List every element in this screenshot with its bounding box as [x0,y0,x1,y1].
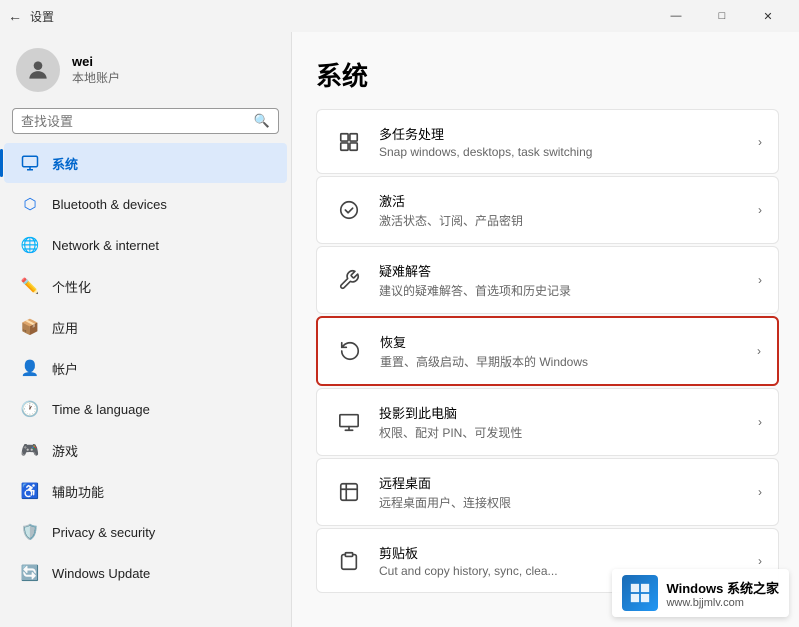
time-icon: 🕐 [20,399,40,419]
network-icon: 🌐 [20,235,40,255]
apps-icon: 📦 [20,317,40,337]
maximize-button[interactable]: □ [699,0,745,32]
sidebar-label-system: 系统 [52,154,78,173]
minimize-button[interactable]: — [653,0,699,32]
sidebar-label-accounts: 帐户 [52,359,78,378]
sidebar-label-apps: 应用 [52,318,78,337]
search-icon: 🔍 [254,113,270,129]
close-button[interactable]: ✕ [745,0,791,32]
troubleshoot-title: 疑难解答 [379,261,750,280]
nav-menu: 系统 ⬡ Bluetooth & devices 🌐 Network & int… [0,142,291,594]
gaming-icon: 🎮 [20,440,40,460]
settings-item-activation[interactable]: 激活 激活状态、订阅、产品密钥 › [316,176,779,244]
troubleshoot-icon [333,264,365,296]
user-profile[interactable]: wei 本地账户 [0,32,291,104]
sidebar-label-personalization: 个性化 [52,277,91,296]
remote-text: 远程桌面 远程桌面用户、连接权限 [379,473,750,511]
troubleshoot-arrow: › [758,273,762,287]
watermark-main: Windows 系统之家 [666,578,779,597]
search-box[interactable]: 🔍 [12,108,279,134]
system-icon [20,153,40,173]
title-bar: ← 设置 — □ ✕ [0,0,799,32]
accounts-icon: 👤 [20,358,40,378]
app-title: 设置 [30,8,54,25]
remote-subtitle: 远程桌面用户、连接权限 [379,494,750,511]
sidebar-item-gaming[interactable]: 🎮 游戏 [4,430,287,470]
multitasking-arrow: › [758,135,762,149]
settings-item-projection[interactable]: 投影到此电脑 权限、配对 PIN、可发现性 › [316,388,779,456]
multitasking-text: 多任务处理 Snap windows, desktops, task switc… [379,124,750,159]
sidebar: wei 本地账户 🔍 系统 ⬡ Bluetooth & [0,32,292,627]
sidebar-item-apps[interactable]: 📦 应用 [4,307,287,347]
activation-icon [333,194,365,226]
clipboard-title: 剪贴板 [379,543,750,562]
projection-text: 投影到此电脑 权限、配对 PIN、可发现性 [379,403,750,441]
recovery-icon [334,335,366,367]
activation-arrow: › [758,203,762,217]
user-account-type: 本地账户 [72,69,120,86]
sidebar-label-gaming: 游戏 [52,441,78,460]
projection-title: 投影到此电脑 [379,403,750,422]
multitasking-icon [333,126,365,158]
recovery-title: 恢复 [380,332,749,351]
personalization-icon: ✏️ [20,276,40,296]
troubleshoot-subtitle: 建议的疑难解答、首选项和历史记录 [379,282,750,299]
remote-title: 远程桌面 [379,473,750,492]
sidebar-label-accessibility: 辅助功能 [52,482,104,501]
sidebar-label-bluetooth: Bluetooth & devices [52,197,167,212]
avatar [16,48,60,92]
content-area: 系统 多任务处理 Snap windows, desktops, task sw… [292,32,799,627]
activation-title: 激活 [379,191,750,210]
projection-arrow: › [758,415,762,429]
title-bar-left: ← 设置 [8,8,54,25]
accessibility-icon: ♿ [20,481,40,501]
multitasking-subtitle: Snap windows, desktops, task switching [379,145,750,159]
projection-icon [333,406,365,438]
sidebar-item-system[interactable]: 系统 [4,143,287,183]
privacy-icon: 🛡️ [20,522,40,542]
sidebar-label-time: Time & language [52,402,150,417]
troubleshoot-text: 疑难解答 建议的疑难解答、首选项和历史记录 [379,261,750,299]
watermark-text-container: Windows 系统之家 www.bjjmlv.com [666,578,779,609]
multitasking-title: 多任务处理 [379,124,750,143]
remote-icon [333,476,365,508]
sidebar-item-network[interactable]: 🌐 Network & internet [4,225,287,265]
watermark-url: www.bjjmlv.com [666,597,779,609]
activation-subtitle: 激活状态、订阅、产品密钥 [379,212,750,229]
recovery-subtitle: 重置、高级启动、早期版本的 Windows [380,353,749,370]
sidebar-item-bluetooth[interactable]: ⬡ Bluetooth & devices [4,184,287,224]
settings-item-remote[interactable]: 远程桌面 远程桌面用户、连接权限 › [316,458,779,526]
settings-item-recovery[interactable]: 恢复 重置、高级启动、早期版本的 Windows › [316,316,779,386]
app-container: wei 本地账户 🔍 系统 ⬡ Bluetooth & [0,32,799,627]
remote-arrow: › [758,485,762,499]
update-icon: 🔄 [20,563,40,583]
settings-item-troubleshoot[interactable]: 疑难解答 建议的疑难解答、首选项和历史记录 › [316,246,779,314]
user-info: wei 本地账户 [72,54,120,86]
sidebar-label-update: Windows Update [52,566,150,581]
settings-list: 多任务处理 Snap windows, desktops, task switc… [316,109,779,593]
sidebar-item-accounts[interactable]: 👤 帐户 [4,348,287,388]
settings-item-multitasking[interactable]: 多任务处理 Snap windows, desktops, task switc… [316,109,779,174]
search-input[interactable] [21,114,248,129]
recovery-arrow: › [757,344,761,358]
projection-subtitle: 权限、配对 PIN、可发现性 [379,424,750,441]
back-icon[interactable]: ← [8,8,22,24]
sidebar-item-time[interactable]: 🕐 Time & language [4,389,287,429]
user-name: wei [72,54,120,69]
bluetooth-icon: ⬡ [20,194,40,214]
sidebar-label-network: Network & internet [52,238,159,253]
sidebar-item-update[interactable]: 🔄 Windows Update [4,553,287,593]
watermark-logo [622,575,658,611]
window-controls: — □ ✕ [653,0,791,32]
clipboard-arrow: › [758,554,762,568]
page-title: 系统 [316,56,779,93]
sidebar-item-personalization[interactable]: ✏️ 个性化 [4,266,287,306]
activation-text: 激活 激活状态、订阅、产品密钥 [379,191,750,229]
sidebar-label-privacy: Privacy & security [52,525,155,540]
clipboard-icon [333,545,365,577]
sidebar-item-accessibility[interactable]: ♿ 辅助功能 [4,471,287,511]
recovery-text: 恢复 重置、高级启动、早期版本的 Windows [380,332,749,370]
sidebar-item-privacy[interactable]: 🛡️ Privacy & security [4,512,287,552]
watermark: Windows 系统之家 www.bjjmlv.com [612,569,789,617]
